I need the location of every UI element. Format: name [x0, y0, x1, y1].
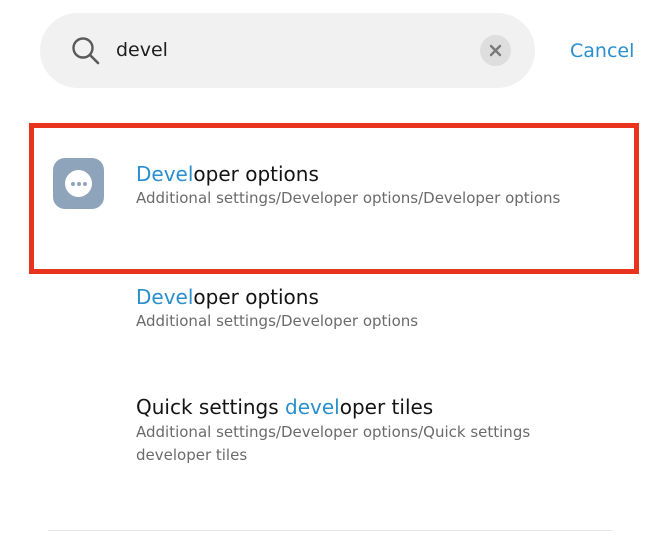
search-settings-screen: devel Cancel Developer options Additiona…: [0, 0, 660, 553]
result-path: Additional settings/Developer options/Qu…: [136, 423, 531, 464]
more-dots-icon: [53, 158, 104, 209]
search-result-quick-settings-developer-tiles[interactable]: Quick settings developer tiles Additiona…: [0, 385, 660, 475]
result-title: Quick settings developer tiles: [136, 395, 434, 419]
search-icon: [72, 37, 100, 65]
clear-search-button[interactable]: [480, 35, 511, 66]
search-bar[interactable]: devel: [40, 13, 535, 88]
search-input[interactable]: devel: [116, 36, 168, 64]
search-result-developer-options-2[interactable]: Developer options Additional settings/De…: [0, 275, 660, 345]
result-title: Developer options: [136, 285, 319, 309]
result-path: Additional settings/Developer options: [136, 312, 419, 330]
close-icon: [489, 44, 502, 57]
result-title: Developer options: [136, 162, 319, 186]
cancel-button[interactable]: Cancel: [570, 37, 634, 65]
result-path: Additional settings/Developer options/De…: [136, 189, 561, 207]
divider: [48, 530, 612, 531]
